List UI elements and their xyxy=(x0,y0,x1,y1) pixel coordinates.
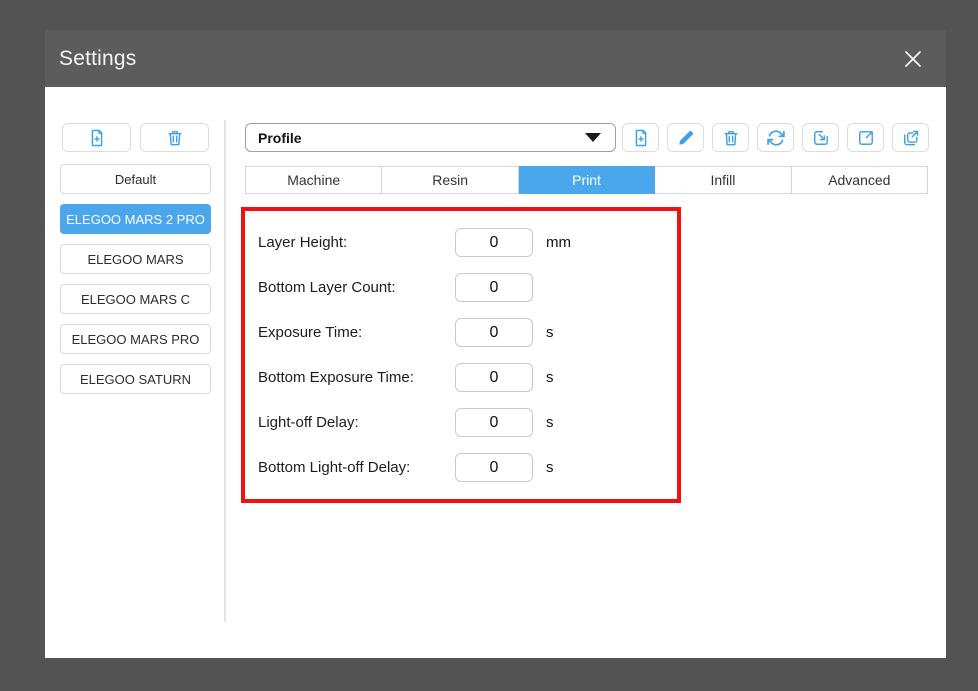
profile-toolbar xyxy=(622,123,929,152)
printer-label: Default xyxy=(115,172,156,187)
form-row: Layer Height: mm xyxy=(258,228,571,257)
tab-infill[interactable]: Infill xyxy=(655,167,791,193)
field-input[interactable] xyxy=(455,363,533,392)
add-printer-button[interactable] xyxy=(62,123,131,152)
sidebar-divider xyxy=(224,120,226,622)
printer-list-item[interactable]: Default xyxy=(60,164,211,194)
form-row: Light-off Delay: s xyxy=(258,408,554,437)
form-row: Bottom Exposure Time: s xyxy=(258,363,554,392)
close-icon xyxy=(901,47,925,71)
field-unit: s xyxy=(546,414,554,431)
printer-list-item[interactable]: ELEGOO MARS C xyxy=(60,284,211,314)
settings-tabs: MachineResinPrintInfillAdvanced xyxy=(245,166,928,194)
profile-dropdown-label: Profile xyxy=(258,130,585,146)
dialog-title: Settings xyxy=(59,47,136,71)
field-label: Bottom Light-off Delay: xyxy=(258,459,455,476)
export-all-icon xyxy=(901,128,921,148)
settings-dialog: Settings Default ELEGOO MARS 2 PRO ELEGO… xyxy=(45,30,946,658)
export-all-profiles-button[interactable] xyxy=(892,123,929,152)
field-input[interactable] xyxy=(455,453,533,482)
import-profile-button[interactable] xyxy=(802,123,839,152)
export-icon xyxy=(856,128,876,148)
field-unit: s xyxy=(546,324,554,341)
field-input[interactable] xyxy=(455,408,533,437)
file-plus-icon xyxy=(631,128,651,148)
reset-profile-button[interactable] xyxy=(757,123,794,152)
field-unit: s xyxy=(546,459,554,476)
tab-machine[interactable]: Machine xyxy=(246,167,382,193)
field-input[interactable] xyxy=(455,318,533,347)
field-unit: mm xyxy=(546,234,571,251)
field-label: Exposure Time: xyxy=(258,324,455,341)
delete-profile-button[interactable] xyxy=(712,123,749,152)
close-button[interactable] xyxy=(898,44,928,74)
profile-dropdown[interactable]: Profile xyxy=(245,123,616,152)
printer-label: ELEGOO MARS PRO xyxy=(72,332,200,347)
printer-list: Default ELEGOO MARS 2 PRO ELEGOO MARS EL… xyxy=(60,164,211,394)
tab-resin[interactable]: Resin xyxy=(382,167,518,193)
refresh-icon xyxy=(766,128,786,148)
form-row: Exposure Time: s xyxy=(258,318,554,347)
file-plus-icon xyxy=(87,128,107,148)
trash-icon xyxy=(721,128,741,148)
printer-list-item[interactable]: ELEGOO MARS xyxy=(60,244,211,274)
field-unit: s xyxy=(546,369,554,386)
printer-label: ELEGOO SATURN xyxy=(80,372,191,387)
printer-label: ELEGOO MARS 2 PRO xyxy=(66,212,205,227)
field-label: Light-off Delay: xyxy=(258,414,455,431)
delete-printer-button[interactable] xyxy=(140,123,209,152)
trash-icon xyxy=(165,128,185,148)
field-label: Bottom Exposure Time: xyxy=(258,369,455,386)
import-icon xyxy=(811,128,831,148)
field-label: Layer Height: xyxy=(258,234,455,251)
export-profile-button[interactable] xyxy=(847,123,884,152)
field-label: Bottom Layer Count: xyxy=(258,279,455,296)
printer-label: ELEGOO MARS C xyxy=(81,292,190,307)
printer-list-item[interactable]: ELEGOO SATURN xyxy=(60,364,211,394)
printer-list-item[interactable]: ELEGOO MARS 2 PRO xyxy=(60,204,211,234)
pencil-icon xyxy=(676,128,696,148)
field-input[interactable] xyxy=(455,228,533,257)
dialog-header: Settings xyxy=(45,30,946,87)
rename-profile-button[interactable] xyxy=(667,123,704,152)
add-profile-button[interactable] xyxy=(622,123,659,152)
printer-toolbar xyxy=(62,123,209,152)
form-row: Bottom Light-off Delay: s xyxy=(258,453,554,482)
tab-print[interactable]: Print xyxy=(519,166,655,194)
tab-advanced[interactable]: Advanced xyxy=(792,167,927,193)
chevron-down-icon xyxy=(585,133,601,142)
printer-label: ELEGOO MARS xyxy=(87,252,183,267)
form-row: Bottom Layer Count: xyxy=(258,273,533,302)
printer-list-item[interactable]: ELEGOO MARS PRO xyxy=(60,324,211,354)
field-input[interactable] xyxy=(455,273,533,302)
